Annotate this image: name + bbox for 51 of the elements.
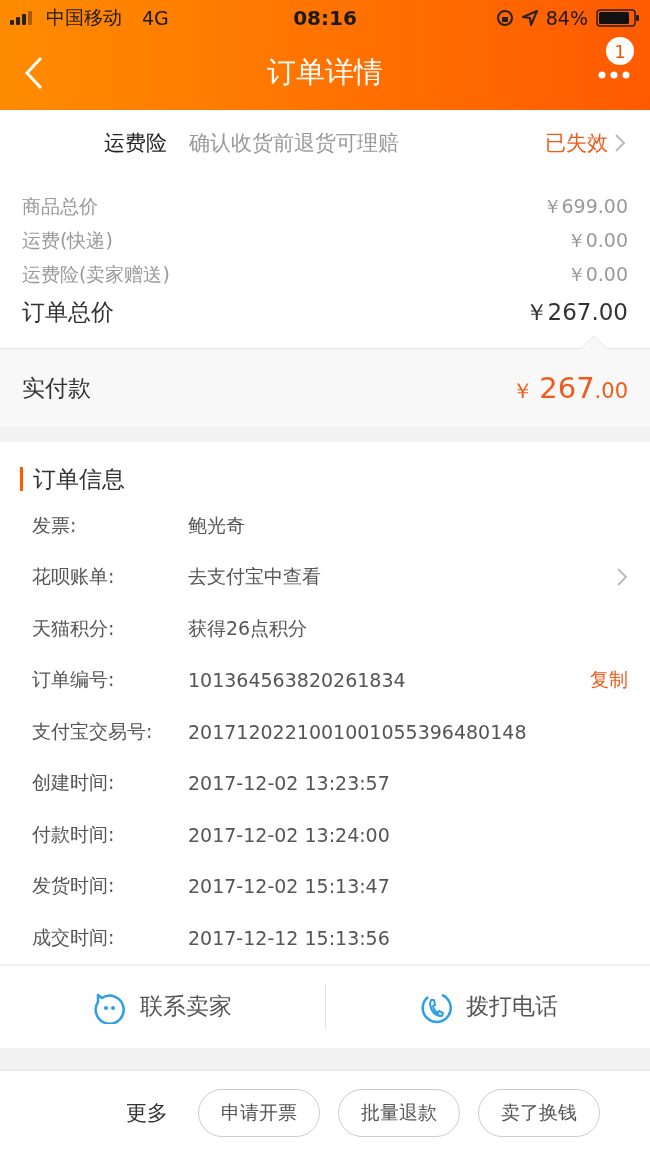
battery-percent: 84% (545, 7, 588, 29)
info-value: 2017120221001001055396480148 (188, 720, 528, 743)
info-label: 花呗账单: (32, 564, 116, 590)
insurance-description: 确认收货前退货可理赔 (189, 130, 400, 157)
info-label: 发票: (32, 512, 78, 538)
price-label: 运费(快递) (22, 228, 113, 253)
info-value: 去支付宝中查看 (188, 564, 322, 590)
info-label: 成交时间: (32, 924, 116, 950)
section-title: 订单信息 (33, 464, 125, 494)
more-label: 更多 (126, 1099, 168, 1127)
section-marker (20, 467, 23, 491)
info-label: 订单编号: (32, 667, 116, 693)
price-label: 运费险(卖家赠送) (22, 262, 170, 287)
info-value: 2017-12-02 13:23:57 (188, 772, 391, 795)
price-value: ￥0.00 (566, 228, 628, 253)
location-arrow-icon (521, 10, 538, 26)
info-label: 支付宝交易号: (32, 718, 154, 744)
info-value: 2017-12-02 15:13:47 (188, 875, 391, 898)
paid-label: 实付款 (22, 373, 91, 403)
page-title: 订单详情 (267, 54, 383, 91)
insurance-label: 运费险 (104, 130, 167, 157)
info-label: 天猫积分: (32, 615, 116, 641)
price-value: ￥699.00 (542, 194, 628, 219)
network-type: 4G (142, 7, 169, 29)
info-value: 101364563820261834 (188, 669, 407, 692)
price-label: 商品总价 (22, 194, 98, 219)
info-value: 获得26点积分 (188, 615, 309, 641)
paid-amount: ￥ 267.00 (512, 371, 628, 405)
info-value: 2017-12-02 13:24:00 (188, 823, 391, 846)
contact-button[interactable]: 拨打电话 (465, 991, 558, 1022)
carrier-name: 中国移动 (46, 5, 122, 30)
action-button[interactable]: 申请开票 (198, 1088, 320, 1137)
info-label: 付款时间: (32, 821, 116, 847)
price-value: ￥0.00 (566, 262, 628, 287)
contact-button[interactable]: 联系卖家 (140, 991, 233, 1022)
info-value: 鲍光奇 (188, 512, 246, 538)
info-label: 发货时间: (32, 873, 116, 899)
battery-icon (596, 9, 640, 27)
info-value: 2017-12-12 15:13:56 (188, 926, 391, 949)
price-value: ￥267.00 (524, 297, 628, 327)
notification-badge: 1 (606, 37, 634, 65)
rotation-lock-icon (495, 9, 514, 27)
back-icon[interactable] (24, 56, 44, 90)
more-icon[interactable] (598, 71, 630, 79)
action-button[interactable]: 批量退款 (338, 1088, 460, 1137)
status-time: 08:16 (293, 6, 357, 30)
chevron-right-icon (614, 133, 626, 153)
price-label: 订单总价 (22, 297, 114, 327)
action-button[interactable]: 卖了换钱 (478, 1088, 600, 1137)
info-label: 创建时间: (32, 770, 116, 796)
chevron-right-icon[interactable] (616, 567, 628, 588)
